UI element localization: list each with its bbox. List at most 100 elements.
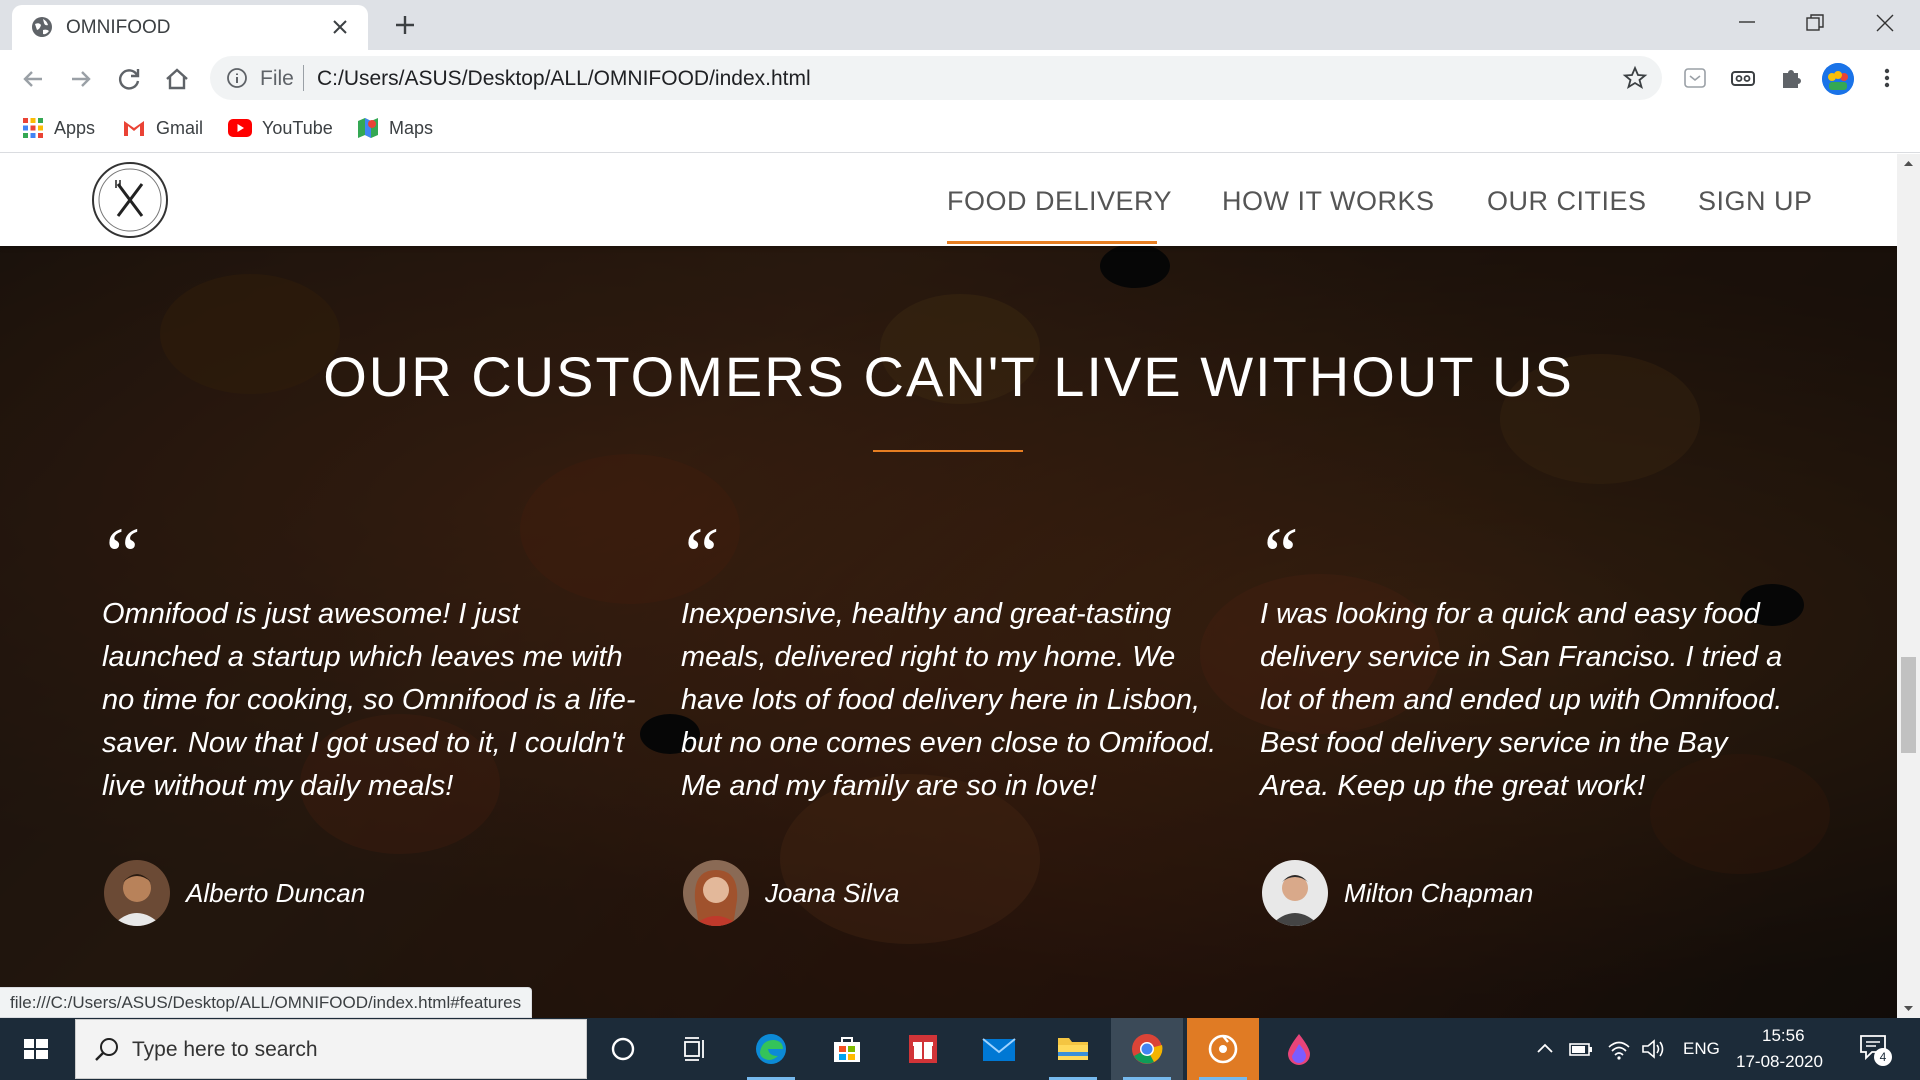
browser-tab[interactable]: OMNIFOOD [12,5,368,50]
taskbar-store[interactable] [811,1018,883,1080]
nav-our-cities[interactable]: OUR CITIES [1487,186,1647,217]
volume-icon[interactable] [1640,1038,1666,1060]
bookmark-maps[interactable]: Maps [357,114,433,142]
avatar-photo [1262,860,1328,926]
gmail-icon [124,121,144,136]
scroll-up-arrow-icon[interactable] [1897,154,1920,174]
task-view-icon [684,1037,704,1061]
menu-kebab-icon[interactable] [1873,64,1901,92]
testimonial-card: “ Inexpensive, healthy and great-tasting… [677,516,1221,926]
taskbar-edge[interactable] [735,1018,807,1080]
home-icon[interactable] [162,64,192,94]
gift-icon [909,1035,937,1063]
chrome-icon [1132,1034,1163,1064]
section-title: OUR CUSTOMERS CAN'T LIVE WITHOUT US [323,345,1574,408]
restore-button[interactable] [1784,0,1846,44]
title-underline [873,450,1023,452]
bookmark-star-icon[interactable] [1622,65,1648,91]
omnifood-logo[interactable] [92,162,168,238]
wifi-icon[interactable] [1606,1038,1632,1060]
minimize-icon [1739,21,1755,23]
taskbar-mail[interactable] [963,1018,1035,1080]
folder-icon [1058,1038,1088,1060]
address-bar[interactable]: File C:/Users/ASUS/Desktop/ALL/OMNIFOOD/… [210,56,1662,100]
testimonial-card: “ Omnifood is just awesome! I just launc… [98,516,642,926]
browser-toolbar: File C:/Users/ASUS/Desktop/ALL/OMNIFOOD/… [0,50,1920,106]
testimonial-text: Inexpensive, healthy and great-tasting m… [681,598,1217,802]
extension-pocket-icon[interactable] [1681,64,1709,92]
restore-icon [1806,14,1824,31]
taskbar-gift-app[interactable] [887,1018,959,1080]
battery-icon[interactable] [1568,1038,1594,1060]
quote-mark-icon: “ [677,511,721,598]
clock-date[interactable]: 17-08-2020 [1736,1052,1823,1072]
reload-icon[interactable] [114,64,144,94]
paint-drop-icon [1288,1034,1310,1065]
extension-vr-icon[interactable] [1729,64,1757,92]
taskbar-paint-app[interactable] [1263,1018,1335,1080]
back-icon[interactable] [18,64,48,94]
minimize-button[interactable] [1716,0,1778,44]
author-name: Joana Silva [765,877,900,908]
taskbar-file-explorer[interactable] [1037,1018,1109,1080]
testimonial-text: I was looking for a quick and easy food … [1260,598,1783,802]
notification-count-badge: 4 [1874,1048,1892,1066]
clock-time[interactable]: 15:56 [1762,1026,1805,1046]
bookmark-apps[interactable]: Apps [22,114,95,142]
bookmark-youtube[interactable]: YouTube [228,114,333,142]
nav-sign-up[interactable]: SIGN UP [1698,186,1813,217]
page-scrollbar[interactable] [1897,154,1920,1018]
taskbar-chrome[interactable] [1111,1018,1183,1080]
bookmark-label: Gmail [156,117,204,138]
scrollbar-thumb[interactable] [1901,657,1916,753]
bookmark-label: Apps [54,117,96,138]
nav-how-it-works[interactable]: HOW IT WORKS [1222,186,1435,217]
globe-icon [32,17,52,37]
avatar [683,860,749,926]
testimonial-author: Joana Silva [683,860,899,926]
forward-icon[interactable] [66,64,96,94]
store-icon [834,1037,860,1062]
youtube-icon [228,119,252,137]
testimonial-author: Alberto Duncan [104,860,365,926]
close-window-button[interactable] [1854,0,1916,44]
new-tab-icon[interactable] [390,10,420,40]
taskbar-search-box[interactable]: Type here to search [75,1019,587,1079]
media-player-icon [1208,1034,1238,1064]
tray-overflow-chevron-icon[interactable] [1534,1038,1556,1060]
extensions-puzzle-icon[interactable] [1777,64,1805,92]
task-view-button[interactable] [659,1018,731,1080]
start-button[interactable] [0,1018,72,1080]
testimonial-text: Omnifood is just awesome! I just launche… [102,598,636,802]
active-nav-underline [947,241,1157,244]
edge-icon [756,1034,786,1064]
avatar-photo [683,860,749,926]
close-tab-icon[interactable] [326,13,354,41]
testimonial-card: “ I was looking for a quick and easy foo… [1256,516,1800,926]
action-center-button[interactable]: 4 [1858,1032,1892,1066]
language-indicator[interactable]: ENG [1683,1039,1720,1059]
browser-tab-strip: OMNIFOOD [0,0,1920,50]
apps-grid-icon [23,118,43,138]
profile-avatar[interactable] [1822,63,1854,95]
search-placeholder: Type here to search [132,1038,318,1061]
profile-icon [1822,63,1854,95]
link-status-bubble: file:///C:/Users/ASUS/Desktop/ALL/OMNIFO… [0,987,533,1018]
web-page: FOOD DELIVERY HOW IT WORKS OUR CITIES SI… [0,154,1897,1018]
info-icon[interactable] [226,67,248,89]
quote-mark-icon: “ [98,511,142,598]
avatar [1262,860,1328,926]
avatar-photo [104,860,170,926]
windows-taskbar: Type here to search ENG 15:56 17-08-2020… [0,1018,1920,1080]
bookmark-label: YouTube [262,117,333,138]
url-text[interactable]: C:/Users/ASUS/Desktop/ALL/OMNIFOOD/index… [317,67,811,91]
taskbar-media-app[interactable] [1187,1018,1259,1080]
close-icon [1876,14,1894,32]
bookmark-gmail[interactable]: Gmail [122,114,203,142]
scheme-label: File [260,67,294,90]
scroll-down-arrow-icon[interactable] [1897,998,1920,1018]
cortana-button[interactable] [587,1018,659,1080]
nav-food-delivery[interactable]: FOOD DELIVERY [947,186,1172,217]
fork-knife-icon [98,168,162,232]
omnibox-divider [303,65,304,91]
